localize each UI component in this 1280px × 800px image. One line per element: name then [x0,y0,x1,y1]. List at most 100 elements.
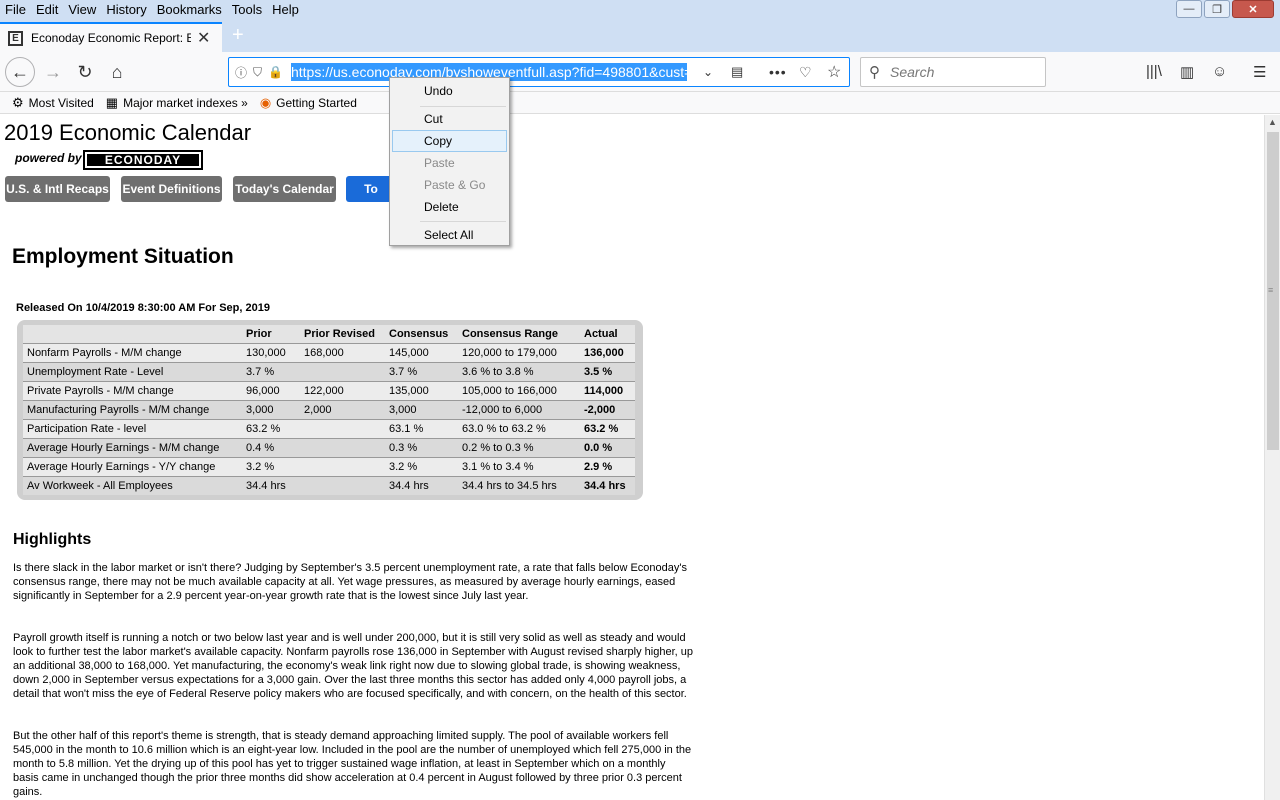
reader-view-icon[interactable]: ▤ [731,64,743,80]
context-select-all[interactable]: Select All [392,224,507,246]
table-cell: 3.2 % [242,456,300,476]
search-icon: ⚲ [869,64,880,81]
table-cell: 135,000 [385,380,458,400]
menu-history[interactable]: History [101,0,151,20]
table-cell-actual: 2.9 % [580,456,635,476]
reload-button[interactable]: ↻ [71,58,99,86]
browser-window: File Edit View History Bookmarks Tools H… [0,0,1280,800]
site-info-icon[interactable]: ⓘ [235,64,247,81]
menu-view[interactable]: View [63,0,101,20]
library-icon[interactable]: |||\ [1146,63,1162,80]
minimize-button[interactable]: — [1176,0,1202,18]
table-cell: 120,000 to 179,000 [458,342,580,362]
scroll-up-arrow-icon[interactable]: ▲ [1268,117,1277,127]
table-cell: 3.1 % to 3.4 % [458,456,580,476]
table-header-row: Prior Prior Revised Consensus Consensus … [23,325,635,343]
table-cell: Unemployment Rate - Level [23,361,242,381]
table-row: Private Payrolls - M/M change 96,000 122… [23,380,635,400]
context-cut[interactable]: Cut [392,108,507,130]
url-context-menu: Undo Cut Copy Paste Paste & Go Delete Se… [389,77,510,246]
page-scrollbar[interactable]: ▲ ≡ [1264,115,1280,800]
table-cell: Participation Rate - level [23,418,242,438]
search-input[interactable]: Search [890,64,934,80]
release-date: Released On 10/4/2019 8:30:00 AM For Sep… [16,302,270,314]
bookmark-label: Most Visited [28,95,94,110]
todays-calendar-button[interactable]: Today's Calendar [233,176,336,202]
highlight-paragraph: But the other half of this report's them… [13,730,692,798]
context-copy[interactable]: Copy [392,130,507,152]
context-paste-and-go[interactable]: Paste & Go [392,174,507,196]
scroll-grip-icon: ≡ [1268,285,1274,295]
page-content: 2019 Economic Calendar powered by ECONOD… [0,115,1264,800]
table-header: Consensus [385,325,458,343]
table-cell: Av Workweek - All Employees [23,475,242,495]
econoday-logo[interactable]: ECONODAY [83,150,203,170]
chevron-down-icon[interactable]: ⌄ [703,65,713,79]
table-row: Unemployment Rate - Level 3.7 % 3.7 % 3.… [23,361,635,381]
lock-icon[interactable]: 🔒 [268,65,283,79]
table-cell: 63.0 % to 63.2 % [458,418,580,438]
forward-button[interactable]: → [39,58,67,86]
bookmark-getting-started[interactable]: ◉ Getting Started [260,95,357,111]
menu-bar: File Edit View History Bookmarks Tools H… [0,0,1280,20]
table-cell: 3.7 % [242,361,300,381]
pocket-icon[interactable]: ♡ [799,64,812,81]
table-cell: 122,000 [300,380,385,400]
table-cell-actual: -2,000 [580,399,635,419]
table-cell: -12,000 to 6,000 [458,399,580,419]
sidebar-icon[interactable]: ▥ [1180,63,1194,81]
close-window-button[interactable]: ✕ [1232,0,1274,18]
home-button[interactable]: ⌂ [103,58,131,86]
table-cell-actual: 34.4 hrs [580,475,635,495]
table-cell: Nonfarm Payrolls - M/M change [23,342,242,362]
search-bar[interactable]: ⚲ Search [860,57,1046,87]
table-cell: Average Hourly Earnings - M/M change [23,437,242,457]
table-cell: 3,000 [242,399,300,419]
menu-tools[interactable]: Tools [227,0,267,20]
menu-edit[interactable]: Edit [31,0,63,20]
tab-econoday[interactable]: E Econoday Economic Report: En ✕ [0,22,222,52]
hamburger-menu-icon[interactable]: ☰ [1253,63,1266,81]
menu-help[interactable]: Help [267,0,304,20]
table-cell: 2,000 [300,399,385,419]
table-cell: Average Hourly Earnings - Y/Y change [23,456,242,476]
window-controls: — ❐ ✕ [1176,0,1274,18]
context-undo[interactable]: Undo [392,80,507,102]
table-row: Average Hourly Earnings - Y/Y change 3.2… [23,456,635,476]
context-delete[interactable]: Delete [392,196,507,218]
table-cell-actual: 136,000 [580,342,635,362]
table-cell [300,418,385,438]
market-indexes-icon: ▦ [105,94,119,110]
event-definitions-button[interactable]: Event Definitions [121,176,222,202]
table-header: Actual [580,325,635,343]
restore-button[interactable]: ❐ [1204,0,1230,18]
bookmark-most-visited[interactable]: ⚙ Most Visited [12,95,94,111]
tab-close-icon[interactable]: ✕ [197,28,210,48]
context-paste[interactable]: Paste [392,152,507,174]
menu-file[interactable]: File [0,0,31,20]
table-header: Prior Revised [300,325,385,343]
table-cell: 168,000 [300,342,385,362]
url-bar[interactable]: ⓘ ⛉ 🔒 https://us.econoday.com/byshoweven… [228,57,850,87]
table-cell: 34.4 hrs [242,475,300,495]
table-cell [300,361,385,381]
bookmark-major-market-indexes[interactable]: ▦ Major market indexes » [106,95,248,111]
page-actions-icon[interactable]: ••• [769,64,787,80]
powered-by-label: powered by [15,151,82,165]
table-cell [300,475,385,495]
table-cell [300,437,385,457]
new-tab-icon[interactable]: + [232,24,244,47]
recaps-button[interactable]: U.S. & Intl Recaps [5,176,110,202]
bookmark-star-icon[interactable]: ☆ [827,62,841,82]
table-cell: 96,000 [242,380,300,400]
menu-bookmarks[interactable]: Bookmarks [152,0,227,20]
menu-separator [420,106,506,107]
highlights-heading: Highlights [13,531,92,548]
back-button[interactable]: ← [5,57,35,87]
table-cell: 0.4 % [242,437,300,457]
account-icon[interactable]: ☺ [1212,63,1227,80]
tracking-shield-icon[interactable]: ⛉ [253,65,262,80]
bookmark-label: Major market indexes » [123,95,248,110]
table-row: Average Hourly Earnings - M/M change 0.4… [23,437,635,457]
table-cell: 0.3 % [385,437,458,457]
